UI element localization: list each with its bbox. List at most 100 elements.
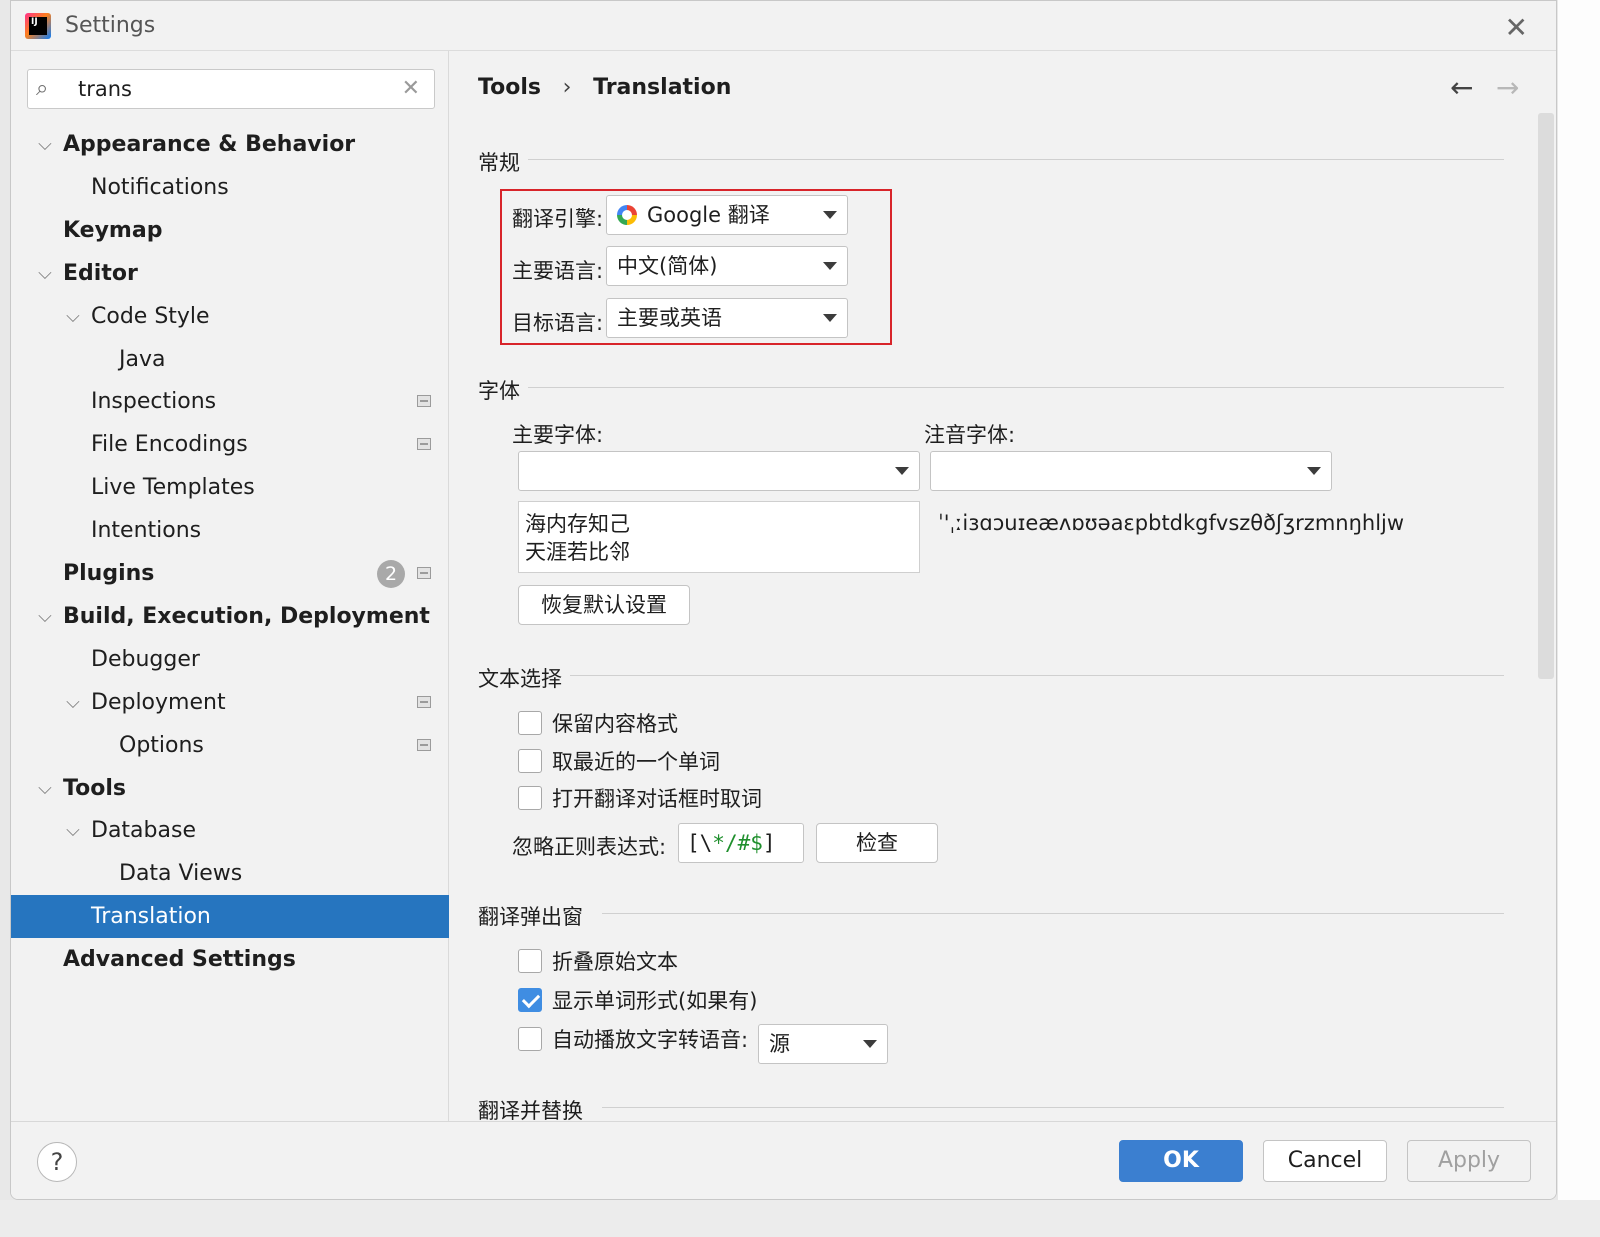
section-divider	[602, 913, 1504, 914]
settings-sidebar: ⌕ ✕ ⌵ Appearance & Behavior Notifications K…	[11, 51, 449, 1121]
chevron-down-icon[interactable]: ⌵	[63, 809, 83, 852]
primary-language-value: 中文(简体)	[617, 254, 718, 278]
chevron-down-icon[interactable]: ⌵	[35, 767, 55, 810]
sidebar-item-label: Notifications	[91, 174, 229, 200]
breadcrumb-tools[interactable]: Tools	[478, 75, 541, 100]
phonetic-preview: ˈ'ˌːiɜɑɔuɪeæʌɒʊəaεpbtdkgfvszθðʃʒrzmnŋhlj…	[938, 511, 1405, 535]
cancel-button[interactable]: Cancel	[1263, 1140, 1387, 1182]
checkbox[interactable]	[518, 748, 542, 773]
settings-dialog: IJ Settings ✕ ⌕ ✕ ⌵ Appearance & Behavior…	[10, 0, 1557, 1200]
sidebar-item[interactable]: File Encodings	[11, 423, 449, 466]
sidebar-item[interactable]: Intentions	[11, 509, 449, 552]
help-button[interactable]: ?	[37, 1142, 77, 1182]
sidebar-item[interactable]: Inspections	[11, 380, 449, 423]
sidebar-item-label: Deployment	[91, 689, 226, 715]
engine-label: 翻译引擎:	[512, 207, 604, 231]
checkbox-label: 取最近的一个单词	[552, 749, 720, 774]
engine-value: Google 翻译	[647, 203, 770, 227]
preview-line-1: 海内存知己	[525, 512, 630, 536]
check-regex-button[interactable]: 检查	[816, 823, 938, 863]
dropdown-arrow-icon	[823, 211, 837, 219]
sidebar-item[interactable]: Debugger	[11, 638, 449, 681]
vertical-scrollbar[interactable]	[1538, 113, 1554, 679]
search-icon: ⌕	[36, 76, 49, 101]
sidebar-item-label: Options	[119, 732, 204, 758]
sidebar-item[interactable]: ⌵ Appearance & Behavior	[11, 123, 449, 166]
sidebar-item[interactable]: Options	[11, 724, 449, 767]
checkbox[interactable]	[518, 949, 542, 973]
phonetic-font-combobox[interactable]	[930, 451, 1332, 491]
sidebar-item-label: Editor	[63, 260, 138, 286]
checkbox[interactable]	[518, 1027, 542, 1051]
primary-font-combobox[interactable]	[518, 451, 920, 491]
sidebar-item[interactable]: Live Templates	[11, 466, 449, 509]
ok-button[interactable]: OK	[1119, 1140, 1243, 1182]
close-icon[interactable]: ✕	[1505, 11, 1528, 44]
checkbox-label: 保留内容格式	[552, 712, 678, 736]
sidebar-item[interactable]: Notifications	[11, 166, 449, 209]
dropdown-arrow-icon	[1307, 467, 1321, 475]
search-input[interactable]	[78, 74, 378, 104]
clear-search-icon[interactable]: ✕	[402, 76, 420, 101]
sidebar-item[interactable]: Translation	[11, 895, 449, 939]
back-arrow-icon[interactable]: ←	[1450, 71, 1473, 104]
background-editor-edge	[1558, 0, 1600, 1200]
sidebar-item[interactable]: ⌵ Database	[11, 809, 449, 852]
sidebar-item[interactable]: ⌵ Build, Execution, Deployment	[11, 595, 449, 638]
project-scope-icon	[417, 695, 431, 708]
section-replace-title: 翻译并替换	[478, 1099, 583, 1121]
checkbox[interactable]	[518, 711, 542, 735]
chevron-down-icon[interactable]: ⌵	[35, 123, 55, 166]
title-bar: IJ Settings ✕	[11, 1, 1556, 51]
sidebar-item-label: Translation	[91, 904, 211, 930]
window-title: Settings	[65, 13, 156, 38]
sidebar-item[interactable]: Plugins 2	[11, 552, 449, 595]
sidebar-item[interactable]: ⌵ Editor	[11, 252, 449, 295]
section-popup-title: 翻译弹出窗	[478, 905, 583, 929]
chevron-down-icon[interactable]: ⌵	[63, 295, 83, 338]
checkbox-label: 折叠原始文本	[552, 950, 678, 974]
ignore-regex-label: 忽略正则表达式:	[512, 835, 667, 859]
primary-language-combobox[interactable]: 中文(简体)	[606, 246, 848, 286]
target-language-combobox[interactable]: 主要或英语	[606, 298, 848, 338]
chevron-down-icon[interactable]: ⌵	[35, 252, 55, 295]
forward-arrow-icon[interactable]: →	[1496, 71, 1519, 104]
primary-language-label: 主要语言:	[512, 259, 604, 283]
tts-source-combobox[interactable]: 源	[758, 1024, 888, 1064]
checkbox[interactable]	[518, 786, 542, 810]
chevron-down-icon[interactable]: ⌵	[63, 681, 83, 724]
sidebar-item[interactable]: Keymap	[11, 209, 449, 252]
sidebar-item-label: Advanced Settings	[63, 947, 296, 973]
checkbox-label: 显示单词形式(如果有)	[552, 989, 758, 1013]
sidebar-item[interactable]: ⌵ Code Style	[11, 295, 449, 338]
breadcrumb-translation: Translation	[593, 75, 732, 100]
sidebar-item-label: Java	[119, 346, 166, 372]
update-count-badge: 2	[377, 560, 405, 588]
font-preview-box: 海内存知己 天涯若比邻	[518, 501, 920, 573]
engine-combobox[interactable]: Google 翻译	[606, 195, 848, 235]
section-divider	[602, 1107, 1504, 1108]
dialog-footer: ? OK Cancel Apply	[11, 1121, 1556, 1199]
breadcrumb: Tools › Translation	[478, 75, 745, 100]
project-scope-icon	[417, 567, 431, 579]
sidebar-item[interactable]: Java	[11, 338, 449, 381]
section-general-title: 常规	[478, 151, 520, 175]
dropdown-arrow-icon	[895, 467, 909, 475]
checkbox[interactable]	[518, 988, 542, 1012]
breadcrumb-separator-icon: ›	[562, 75, 572, 100]
sidebar-item[interactable]: Advanced Settings	[11, 938, 449, 981]
sidebar-item[interactable]: Data Views	[11, 852, 449, 895]
sidebar-item-label: Plugins	[63, 561, 155, 586]
section-divider	[570, 675, 1504, 676]
sidebar-item-label: Live Templates	[91, 475, 255, 501]
chevron-down-icon[interactable]: ⌵	[35, 595, 55, 638]
sidebar-item[interactable]: ⌵ Deployment	[11, 681, 449, 724]
project-scope-icon	[417, 438, 431, 451]
reset-defaults-button[interactable]: 恢复默认设置	[518, 585, 690, 625]
settings-search[interactable]: ⌕ ✕	[27, 69, 435, 109]
sidebar-item[interactable]: ⌵ Tools	[11, 767, 449, 810]
google-logo-icon	[617, 205, 637, 225]
checkbox-label: 自动播放文字转语音:	[552, 1028, 749, 1052]
apply-button[interactable]: Apply	[1407, 1140, 1531, 1182]
ignore-regex-input[interactable]: [\*/#$]	[678, 823, 804, 863]
